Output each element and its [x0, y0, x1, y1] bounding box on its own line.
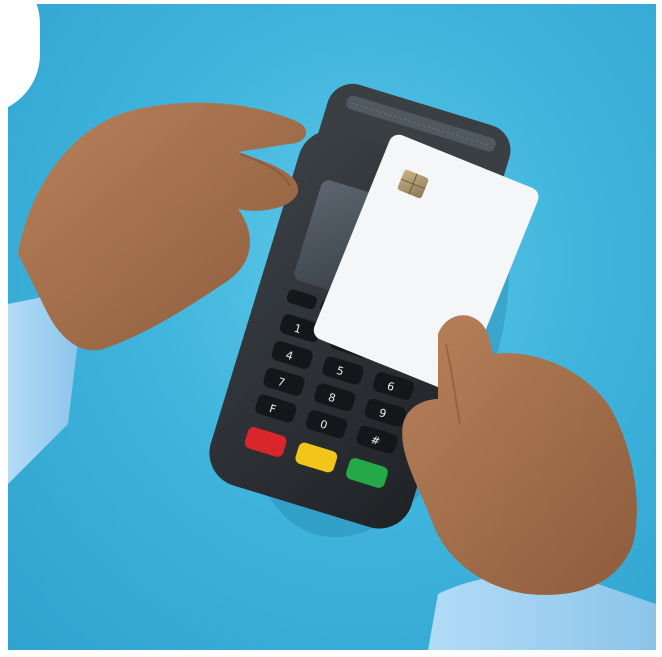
right-arm: [402, 315, 656, 650]
payment-photo: 1 2 3 4 5 6 7 8 9 F 0 #: [8, 4, 656, 650]
image-frame: 1 2 3 4 5 6 7 8 9 F 0 #: [0, 0, 662, 657]
scene-illustration: 1 2 3 4 5 6 7 8 9 F 0 #: [8, 83, 656, 650]
